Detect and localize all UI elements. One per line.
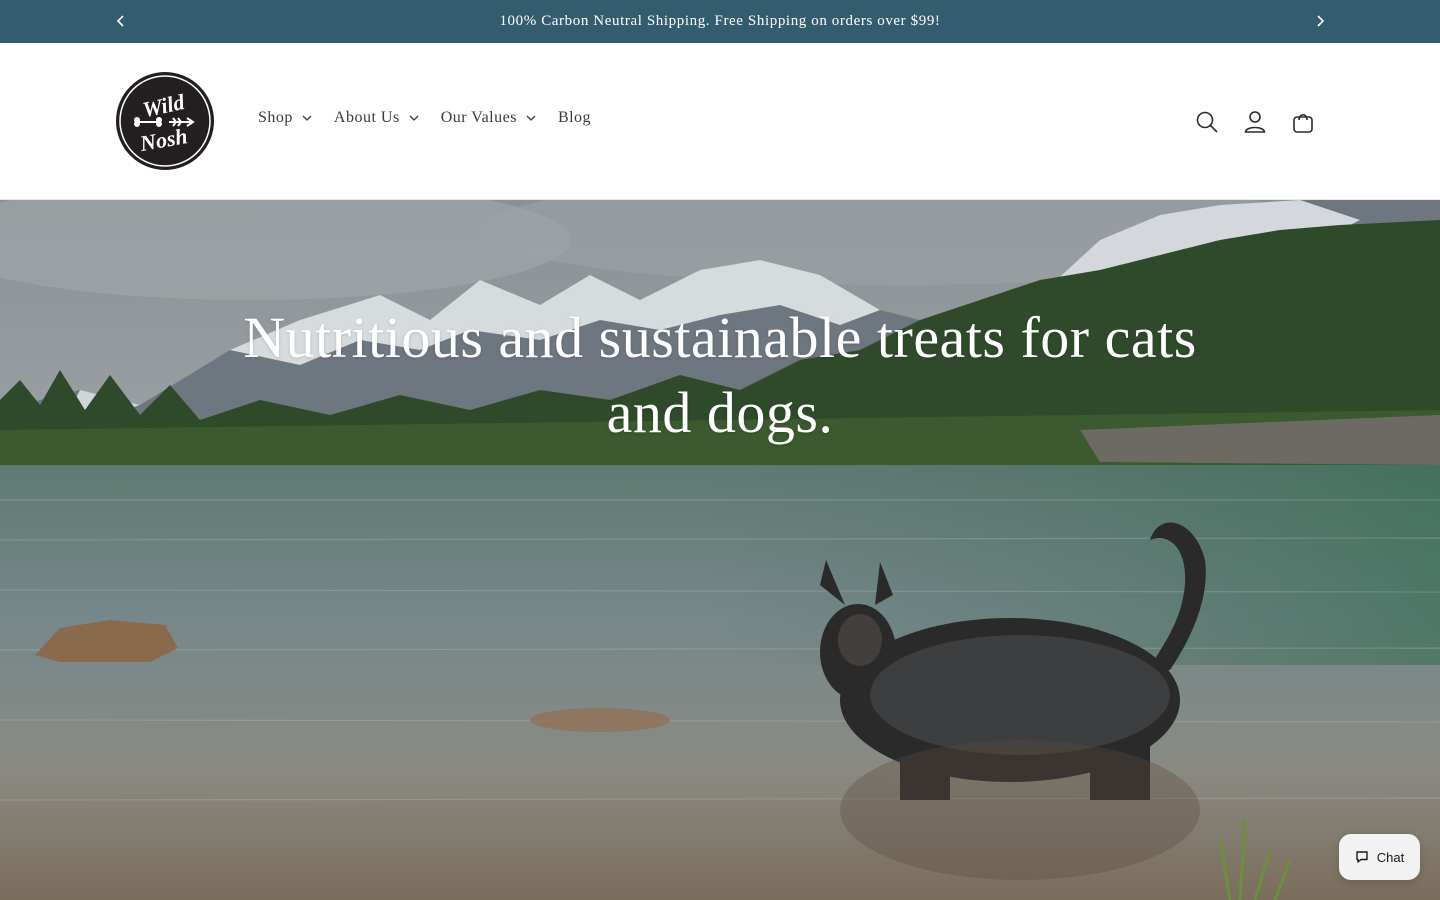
chevron-left-icon[interactable] [111, 11, 131, 31]
nav-item-label: Blog [557, 109, 592, 126]
chat-button[interactable]: Chat [1339, 834, 1420, 880]
account-icon[interactable] [1238, 105, 1272, 139]
hero-heading: Nutritious and sustainable treats for ca… [243, 305, 1197, 445]
announcement-text: 100% Carbon Neutral Shipping. Free Shipp… [499, 13, 941, 29]
nav-item-label: About Us [333, 109, 400, 126]
chevron-down-icon [526, 113, 536, 123]
main-nav: Shop About Us Our Values Blog [258, 109, 613, 127]
chevron-right-icon[interactable] [1310, 11, 1330, 31]
hero-banner: Nutritious and sustainable treats for ca… [0, 200, 1440, 900]
wild-nosh-logo[interactable]: Wild Nosh [115, 71, 215, 171]
nav-item-our-values[interactable]: Our Values [441, 109, 536, 127]
header-actions [1190, 105, 1334, 139]
cart-icon[interactable] [1286, 105, 1320, 139]
chevron-down-icon [302, 113, 312, 123]
chat-bubble-icon [1355, 850, 1369, 864]
nav-item-label: Our Values [440, 109, 517, 126]
site-header: Wild Nosh Shop About Us Our Values Blog [0, 43, 1440, 200]
chat-label: Chat [1376, 849, 1405, 865]
nav-item-about-us[interactable]: About Us [334, 109, 419, 127]
nav-item-shop[interactable]: Shop [258, 109, 312, 127]
nav-item-label: Shop [258, 109, 293, 126]
search-icon[interactable] [1190, 105, 1224, 139]
announcement-bar: 100% Carbon Neutral Shipping. Free Shipp… [0, 0, 1440, 43]
nav-item-blog[interactable]: Blog [558, 109, 591, 127]
chevron-down-icon [409, 113, 419, 123]
